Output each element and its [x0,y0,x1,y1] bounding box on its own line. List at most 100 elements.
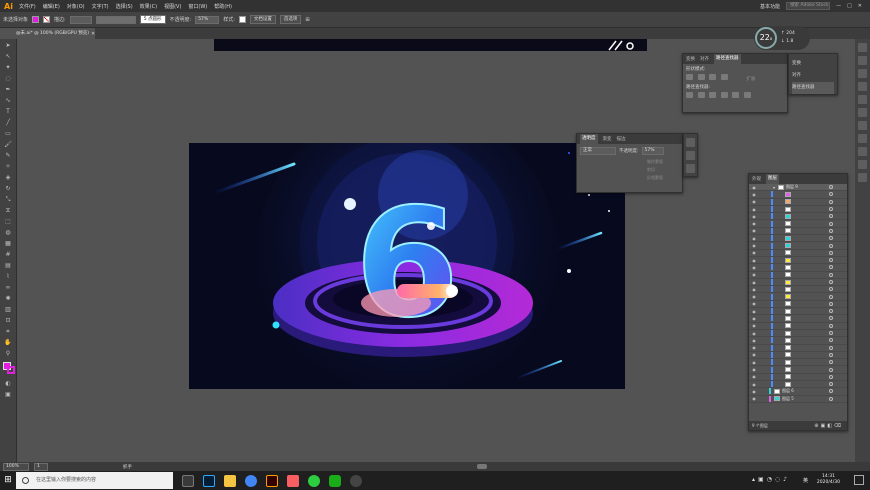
visibility-eye-icon[interactable]: ◉ [751,338,757,343]
color-guide-icon[interactable] [686,138,695,147]
document-tab[interactable]: @未.ai* @ 100% (RGB/GPU 预览) [10,28,95,39]
paintbrush-tool-icon[interactable]: 🖌 [4,140,13,149]
dock-item-transform[interactable]: 变换 [792,58,834,70]
sublayer-row[interactable]: ◉ [749,279,847,287]
sublayer-row[interactable]: ◉ [749,330,847,338]
chrome-icon[interactable] [245,474,257,487]
app-icon[interactable] [350,474,362,487]
visibility-eye-icon[interactable]: ◉ [751,185,757,190]
sublayer-row[interactable]: ◉ [749,344,847,352]
rotate-tool-icon[interactable]: ↻ [4,184,13,193]
expand-button[interactable]: 扩展 [746,77,755,82]
selection-tool-icon[interactable]: ➤ [4,41,13,50]
target-circle-icon[interactable] [829,367,833,372]
visibility-eye-icon[interactable]: ◉ [751,316,757,321]
target-circle-icon[interactable] [829,207,833,212]
stock-search-input[interactable]: 搜索 Adobe Stock [786,2,831,10]
sublayer-row[interactable]: ◉ [749,351,847,360]
stroke-swatch[interactable] [43,16,51,23]
visibility-eye-icon[interactable]: ◉ [751,199,757,204]
visibility-eye-icon[interactable]: ◉ [751,287,757,292]
blend-mode-select[interactable]: 正常 [580,147,616,155]
target-circle-icon[interactable] [829,250,833,255]
sublayer-row[interactable]: ◉ [749,322,847,330]
swatches-icon[interactable] [686,151,695,160]
visibility-eye-icon[interactable]: ◉ [751,396,757,401]
width-tool-icon[interactable]: ⧖ [4,206,13,215]
visibility-eye-icon[interactable]: ◉ [751,360,757,365]
sublayer-row[interactable]: ◉ [749,264,847,272]
free-transform-icon[interactable]: ⬚ [4,217,13,226]
visibility-eye-icon[interactable]: ◉ [751,301,757,306]
illustrator-icon[interactable] [266,474,278,487]
sublayer-row[interactable]: ◉ [749,359,847,367]
start-icon[interactable]: ⊞ [0,471,16,490]
target-circle-icon[interactable] [829,243,833,248]
tab-transform[interactable]: 变换 [686,56,695,62]
fill-stroke-widget[interactable] [0,361,16,377]
sublayer-row[interactable]: ◉ [749,198,847,206]
target-circle-icon[interactable] [829,331,833,336]
expand-chevron-icon[interactable]: ▾ [773,185,775,190]
target-circle-icon[interactable] [829,338,833,343]
arrange-icon[interactable]: ⊞ [305,17,309,23]
asset-export-icon[interactable] [858,147,867,156]
target-circle-icon[interactable] [829,265,833,270]
target-circle-icon[interactable] [829,294,833,299]
visibility-eye-icon[interactable]: ◉ [751,382,757,387]
visibility-eye-icon[interactable]: ◉ [751,294,757,299]
tab-gradient[interactable]: 渐变 [603,136,612,142]
minimize-icon[interactable]: — [836,3,841,9]
artboard-nav-field[interactable]: 1 [34,462,48,471]
mesh-tool-icon[interactable]: # [4,250,13,259]
target-circle-icon[interactable] [829,280,833,284]
visibility-eye-icon[interactable]: ◉ [751,250,757,255]
trim-icon[interactable] [697,92,705,98]
visibility-eye-icon[interactable]: ◉ [751,389,757,394]
graph-tool-icon[interactable]: ▥ [4,305,13,314]
sublayer-row[interactable]: ◉ [749,337,847,345]
menu-select[interactable]: 选择(S) [116,3,133,10]
merge-icon[interactable] [709,92,717,98]
sublayer-row[interactable]: ◉ [749,315,847,323]
layer-row-top[interactable]: ◉ ▾ 图层 9 [749,184,847,192]
properties-icon[interactable] [858,56,867,65]
sublayer-row[interactable]: ◉ [749,220,847,228]
fill-swatch[interactable] [32,16,40,23]
workspace-switcher[interactable]: 基本功能 [760,3,780,10]
screen-recorder-icon[interactable] [287,474,299,487]
visibility-eye-icon[interactable]: ◉ [751,352,757,357]
target-circle-icon[interactable] [829,287,833,292]
target-circle-icon[interactable] [829,301,833,306]
minus-front-icon[interactable] [697,74,705,80]
slice-tool-icon[interactable]: ⌗ [4,327,13,336]
tab-pathfinder[interactable]: 路径查找器 [714,54,741,64]
eyedropper-tool-icon[interactable]: ⌇ [4,272,13,281]
direct-selection-tool-icon[interactable]: ↖ [4,52,13,61]
layer-row-5[interactable]: ◉ 图层 5 [749,395,847,403]
sublayer-row[interactable]: ◉ [749,213,847,221]
symbols-icon[interactable] [858,95,867,104]
menu-view[interactable]: 视图(V) [164,3,181,10]
transparency-opacity-field[interactable]: 57% [641,147,664,155]
zoom-tool-icon[interactable]: ⚲ [4,349,13,358]
stroke-color-icon[interactable] [7,366,15,374]
divide-icon[interactable] [686,92,693,98]
target-circle-icon[interactable] [829,374,833,379]
menu-edit[interactable]: 编辑(E) [43,3,60,10]
appearance-icon[interactable] [858,160,867,169]
sublayer-row[interactable]: ◉ [749,257,847,265]
stroke-weight-field[interactable] [69,15,92,24]
intersect-icon[interactable] [709,74,717,80]
target-circle-icon[interactable] [829,323,833,328]
brushes-icon[interactable] [858,82,867,91]
visibility-eye-icon[interactable]: ◉ [751,374,757,379]
artboards-icon[interactable] [858,121,867,130]
blend-tool-icon[interactable]: ∞ [4,283,13,292]
line-tool-icon[interactable]: ╱ [4,118,13,127]
variable-width-field[interactable] [95,15,136,24]
make-mask-button[interactable]: 制作蒙版 [647,158,682,166]
target-circle-icon[interactable] [829,214,833,219]
visibility-eye-icon[interactable]: ◉ [751,331,757,336]
brush-style-select[interactable]: 5 点圆形 [139,15,166,24]
